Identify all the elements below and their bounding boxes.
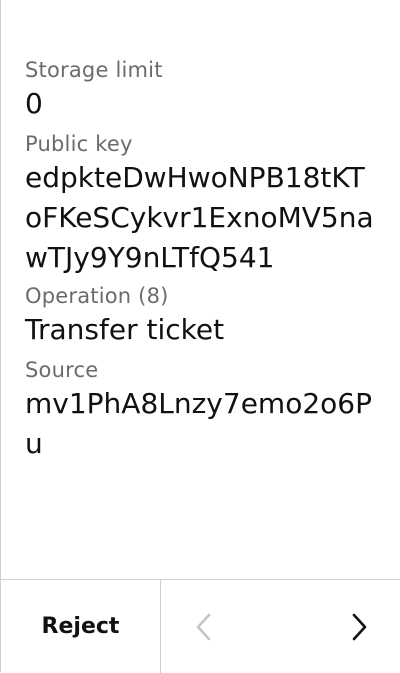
transaction-review-screen: Storage limit 0 Public key edpkteDwHwoNP… <box>0 0 400 673</box>
chevron-right-icon <box>352 613 367 640</box>
field-operation: Operation (8) Transfer ticket <box>25 282 377 350</box>
page-navigation <box>161 580 400 673</box>
field-label: Operation (8) <box>25 284 169 308</box>
field-public-key: Public key edpkteDwHwoNPB18tKToFKeSCykvr… <box>25 130 377 278</box>
next-button[interactable] <box>346 605 374 649</box>
field-list: Storage limit 0 Public key edpkteDwHwoNP… <box>25 56 377 468</box>
field-label: Public key <box>25 132 133 156</box>
field-source: Source mv1PhA8Lnzy7emo2o6Pu <box>25 356 377 464</box>
field-value: mv1PhA8Lnzy7emo2o6Pu <box>25 387 372 460</box>
field-value: edpkteDwHwoNPB18tKToFKeSCykvr1ExnoMV5naw… <box>25 161 374 274</box>
field-label: Storage limit <box>25 58 163 82</box>
chevron-left-icon <box>196 613 211 640</box>
reject-button[interactable]: Reject <box>1 580 161 673</box>
previous-button[interactable] <box>189 605 217 649</box>
field-value: Transfer ticket <box>25 313 225 346</box>
field-storage-limit: Storage limit 0 <box>25 56 377 124</box>
action-footer: Reject <box>1 579 400 673</box>
field-label: Source <box>25 358 99 382</box>
field-value: 0 <box>25 87 43 120</box>
